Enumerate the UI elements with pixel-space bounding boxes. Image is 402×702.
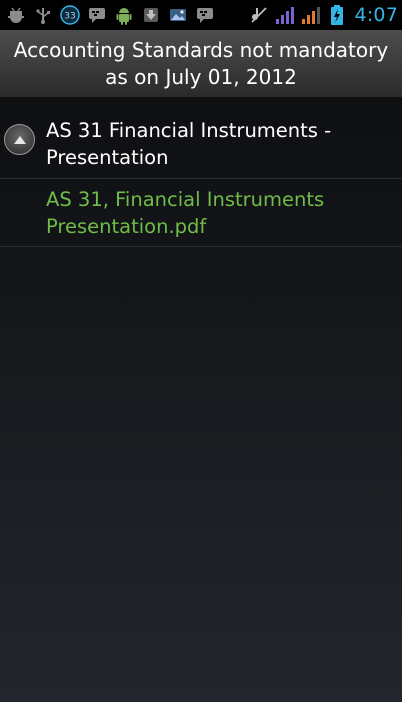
bbm-chat-icon <box>85 3 108 27</box>
list-group-label: AS 31 Financial Instruments - Presentati… <box>46 119 332 169</box>
image-icon <box>166 3 189 27</box>
bbm-chat-icon <box>193 3 216 27</box>
notification-badge-icon: 33 <box>58 3 81 27</box>
signal-strength-icon <box>274 3 297 27</box>
usb-icon <box>31 3 54 27</box>
notification-badge-count: 33 <box>64 12 75 22</box>
download-icon <box>139 3 162 27</box>
battery-charging-icon <box>326 3 349 27</box>
title-bar: Accounting Standards not mandatory as on… <box>0 30 402 98</box>
list-child-item[interactable]: AS 31, Financial Instruments Presentatio… <box>0 179 402 247</box>
page-title: Accounting Standards not mandatory as on… <box>13 37 389 89</box>
usb-debugging-icon <box>4 3 27 27</box>
no-sound-icon <box>248 3 271 27</box>
collapse-arrow-icon[interactable] <box>4 124 35 155</box>
list-group-row[interactable]: AS 31 Financial Instruments - Presentati… <box>0 108 402 179</box>
signal-strength-icon <box>300 3 323 27</box>
status-clock: 4:07 <box>354 4 398 26</box>
status-bar: 33 4:07 <box>0 0 402 30</box>
pdf-file-link[interactable]: AS 31, Financial Instruments Presentatio… <box>46 186 396 240</box>
android-icon <box>112 3 135 27</box>
app-screen: 33 4:07 Accounting Standards not mandato… <box>0 0 402 702</box>
